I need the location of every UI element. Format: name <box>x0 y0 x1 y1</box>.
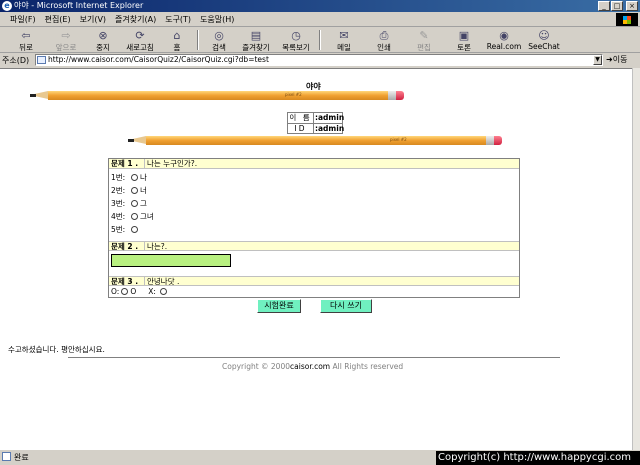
windows-logo-icon <box>616 13 638 26</box>
ox-options: O: O X: <box>109 286 519 297</box>
menu-bar: 파일(F) 편집(E) 보기(V) 즐겨찾기(A) 도구(T) 도움말(H) <box>0 12 640 27</box>
realcom-button[interactable]: ◉ Real.com <box>484 28 524 52</box>
go-arrow-icon: ➜ <box>606 55 613 64</box>
pencil-brand-label: pixel #2 <box>285 92 302 97</box>
minimize-button[interactable]: _ <box>598 1 610 11</box>
stop-button[interactable]: ⊗ 중지 <box>86 28 120 52</box>
mail-icon: ✉ <box>339 29 349 42</box>
print-icon: ⎙ <box>379 29 389 42</box>
stop-icon: ⊗ <box>98 29 108 42</box>
option-radio[interactable] <box>131 187 138 194</box>
window-controls: _ □ × <box>598 1 638 11</box>
farewell-text: 수고하셨습니다. 평안하십시요. <box>8 345 105 354</box>
history-icon: ◷ <box>291 29 301 42</box>
address-dropdown-icon[interactable]: ▼ <box>593 55 602 65</box>
question-header: 문제 3 . 안녕나닷 . <box>109 276 519 286</box>
search-icon: ◎ <box>214 29 224 42</box>
option-row: 4번: 그녀 <box>111 211 154 221</box>
seechat-icon: ☺ <box>538 29 550 42</box>
close-button[interactable]: × <box>626 1 638 11</box>
menu-file[interactable]: 파일(F) <box>10 14 36 25</box>
name-value: :admin <box>315 113 345 122</box>
toolbar-separator <box>319 30 321 50</box>
edit-button[interactable]: ✎ 편집 <box>404 28 444 52</box>
answer-input[interactable] <box>111 254 231 267</box>
home-button[interactable]: ⌂ 홈 <box>160 28 194 52</box>
question-text: 나는?. <box>144 242 167 251</box>
seechat-button[interactable]: ☺ SeeChat <box>524 28 564 52</box>
history-button[interactable]: ◷ 목록보기 <box>276 28 316 52</box>
address-input[interactable]: http://www.caisor.com/CaisorQuiz2/Caisor… <box>35 54 603 66</box>
toolbar-separator <box>197 30 199 50</box>
question-header: 문제 1 . 나는 누구인가?. <box>109 159 519 169</box>
title-bar: e 야야 - Microsoft Internet Explorer _ □ × <box>0 0 640 12</box>
back-button[interactable]: ⇦ 뒤로 <box>6 28 46 52</box>
ie-icon: e <box>2 1 12 11</box>
home-icon: ⌂ <box>173 29 181 42</box>
menu-favorites[interactable]: 즐겨찾기(A) <box>115 14 156 25</box>
name-label: 이 름 <box>288 113 314 123</box>
forward-arrow-icon: ⇨ <box>61 29 71 42</box>
favorites-button[interactable]: ▤ 즐겨찾기 <box>236 28 276 52</box>
go-button[interactable]: ➜이동 <box>606 54 627 65</box>
question-text: 나는 누구인가?. <box>144 159 197 168</box>
option-radio[interactable] <box>131 174 138 181</box>
menu-help[interactable]: 도움말(H) <box>200 14 234 25</box>
address-label: 주소(D) <box>2 55 30 65</box>
page-content: 야야 pixel #2 이 름 :admin ID :admin pixel #… <box>0 68 632 450</box>
favorites-icon: ▤ <box>250 29 262 42</box>
option-radio[interactable] <box>131 200 138 207</box>
refresh-icon: ⟳ <box>135 29 145 42</box>
menu-edit[interactable]: 편집(E) <box>45 14 71 25</box>
option-row: 1번: 나 <box>111 172 147 182</box>
realcom-icon: ◉ <box>499 29 509 42</box>
watermark-text: Copyright(c) http://www.happycgi.com <box>436 451 640 465</box>
question-options: 1번: 나 2번: 너 3번: 그 4번: 그녀 5번: <box>109 169 519 236</box>
refresh-button[interactable]: ⟳ 새로고침 <box>120 28 160 52</box>
divider <box>68 357 560 358</box>
o-radio[interactable] <box>121 288 129 295</box>
back-arrow-icon: ⇦ <box>21 29 31 42</box>
rewrite-button[interactable]: 다시 쓰기 <box>320 299 372 313</box>
question-number: 문제 1 . <box>111 159 139 168</box>
option-radio[interactable] <box>131 226 138 233</box>
x-radio[interactable] <box>159 288 167 295</box>
submit-button[interactable]: 시험완료 <box>257 299 301 313</box>
user-info-table: 이 름 :admin ID :admin <box>287 112 345 134</box>
window-title: 야야 - Microsoft Internet Explorer <box>14 1 144 10</box>
edit-icon: ✎ <box>419 29 429 42</box>
address-bar: 주소(D) http://www.caisor.com/CaisorQuiz2/… <box>0 53 640 67</box>
question-header: 문제 2 . 나는?. <box>109 241 519 251</box>
menu-view[interactable]: 보기(V) <box>80 14 106 25</box>
pencil-divider-image: pixel #2 <box>128 136 502 145</box>
pencil-divider-image: pixel #2 <box>30 91 404 100</box>
question-number: 문제 2 . <box>111 242 139 251</box>
forward-button[interactable]: ⇨ 앞으로 <box>46 28 86 52</box>
page-icon <box>37 56 46 64</box>
option-radio[interactable] <box>131 213 138 220</box>
discuss-icon: ▣ <box>458 29 470 42</box>
pencil-brand-label: pixel #2 <box>390 137 407 142</box>
vertical-scrollbar[interactable] <box>632 68 640 450</box>
copyright-link[interactable]: caisor.com <box>290 362 330 371</box>
status-text: 완료 <box>0 452 29 463</box>
discuss-button[interactable]: ▣ 토론 <box>444 28 484 52</box>
quiz-form: 문제 1 . 나는 누구인가?. 1번: 나 2번: 너 3번: 그 4번: 그… <box>108 158 520 298</box>
menu-tools[interactable]: 도구(T) <box>165 14 191 25</box>
address-url: http://www.caisor.com/CaisorQuiz2/Caisor… <box>48 55 269 64</box>
question-text: 안녕나닷 . <box>144 277 179 286</box>
toolbar: ⇦ 뒤로 ⇨ 앞으로 ⊗ 중지 ⟳ 새로고침 ⌂ 홈 ◎ 검색 ▤ 즐겨찾기 ◷… <box>0 28 640 53</box>
mail-button[interactable]: ✉ 메일 <box>324 28 364 52</box>
page-done-icon <box>2 452 11 461</box>
option-row: 5번: <box>111 223 519 236</box>
print-button[interactable]: ⎙ 인쇄 <box>364 28 404 52</box>
question-number: 문제 3 . <box>111 277 139 286</box>
search-button[interactable]: ◎ 검색 <box>202 28 236 52</box>
id-value: :admin <box>315 124 345 133</box>
option-row: 3번: 그 <box>111 198 147 208</box>
option-row: 2번: 너 <box>111 185 147 195</box>
id-label: ID <box>288 124 314 133</box>
copyright-text: Copyright © 2000caisor.com All Rights re… <box>222 362 404 371</box>
maximize-button[interactable]: □ <box>611 1 623 11</box>
